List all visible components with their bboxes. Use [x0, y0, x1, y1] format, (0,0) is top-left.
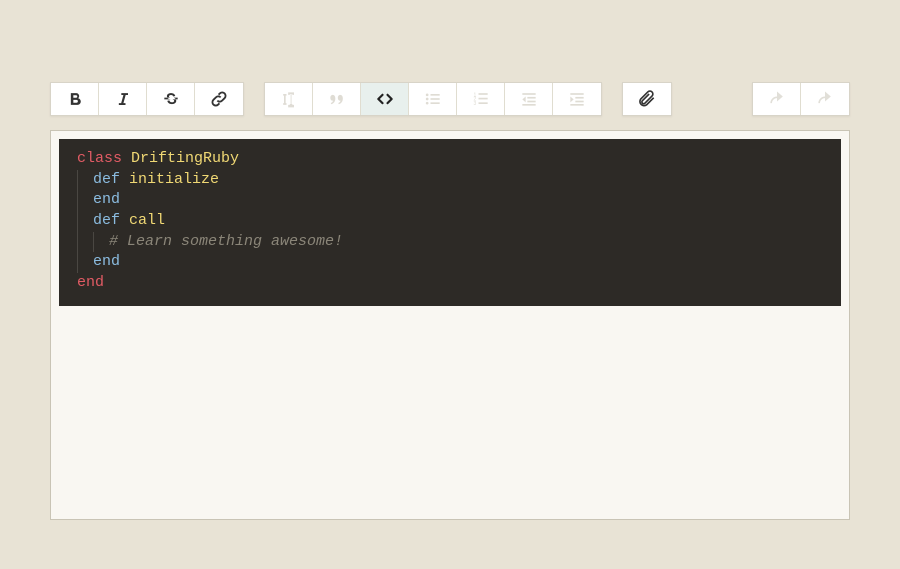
- heading-icon: [279, 89, 299, 109]
- quote-button[interactable]: [313, 83, 361, 115]
- code-keyword: end: [77, 273, 104, 294]
- italic-button[interactable]: [99, 83, 147, 115]
- code-block[interactable]: class DriftingRuby def initialize end de…: [59, 139, 841, 306]
- bold-icon: [65, 89, 85, 109]
- attach-button[interactable]: [623, 83, 671, 115]
- link-button[interactable]: [195, 83, 243, 115]
- undo-icon: [767, 89, 787, 109]
- indent-icon: [567, 89, 587, 109]
- code-comment: # Learn something awesome!: [109, 232, 343, 253]
- italic-icon: [113, 89, 133, 109]
- redo-icon: [815, 89, 835, 109]
- outdent-icon: [519, 89, 539, 109]
- code-keyword: class: [77, 149, 122, 170]
- code-method: initialize: [129, 170, 219, 191]
- redo-button[interactable]: [801, 83, 849, 115]
- paperclip-icon: [637, 89, 657, 109]
- code-keyword: end: [93, 190, 120, 211]
- strikethrough-button[interactable]: [147, 83, 195, 115]
- code-method: call: [129, 211, 165, 232]
- code-keyword: end: [93, 252, 120, 273]
- outdent-button[interactable]: [505, 83, 553, 115]
- editor-toolbar: 123: [50, 82, 850, 116]
- code-keyword: def: [93, 211, 120, 232]
- bold-button[interactable]: [51, 83, 99, 115]
- bullet-list-icon: [423, 89, 443, 109]
- indent-button[interactable]: [553, 83, 601, 115]
- history-group: [752, 82, 850, 116]
- numbered-list-button[interactable]: 123: [457, 83, 505, 115]
- code-classname: DriftingRuby: [131, 149, 239, 170]
- undo-button[interactable]: [753, 83, 801, 115]
- code-button[interactable]: [361, 83, 409, 115]
- block-group: 123: [264, 82, 602, 116]
- heading-button[interactable]: [265, 83, 313, 115]
- strikethrough-icon: [161, 89, 181, 109]
- format-group: [50, 82, 244, 116]
- numbered-list-icon: 123: [471, 89, 491, 109]
- code-keyword: def: [93, 170, 120, 191]
- svg-text:3: 3: [473, 101, 476, 107]
- code-icon: [375, 89, 395, 109]
- bullet-list-button[interactable]: [409, 83, 457, 115]
- attach-group: [622, 82, 672, 116]
- link-icon: [209, 89, 229, 109]
- quote-icon: [327, 89, 347, 109]
- editor-content-area[interactable]: class DriftingRuby def initialize end de…: [50, 130, 850, 520]
